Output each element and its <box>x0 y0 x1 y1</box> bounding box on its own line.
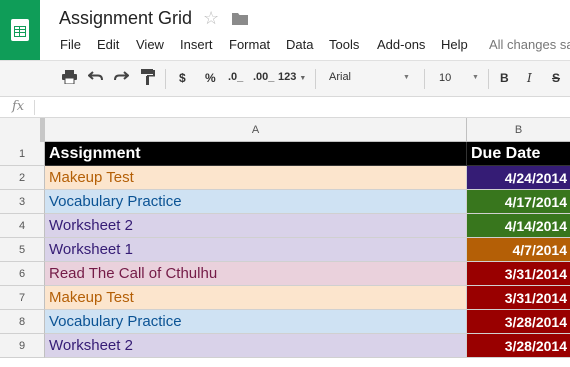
print-icon[interactable] <box>62 70 77 87</box>
table-row: 8 Vocabulary Practice 3/28/2014 <box>0 310 570 334</box>
select-all-corner[interactable] <box>0 118 45 142</box>
menu-add-ons[interactable]: Add-ons <box>377 37 425 52</box>
cell-due-date[interactable]: 4/24/2014 <box>467 166 570 190</box>
menu-help[interactable]: Help <box>441 37 468 52</box>
row-number[interactable]: 2 <box>0 166 45 190</box>
row-number[interactable]: 9 <box>0 334 45 358</box>
menu-tools[interactable]: Tools <box>329 37 359 52</box>
strikethrough-button[interactable]: S <box>552 71 560 85</box>
cell-assignment[interactable]: Worksheet 2 <box>45 334 467 358</box>
font-family-value: Arial <box>329 71 352 83</box>
chevron-down-icon: ▼ <box>299 75 307 82</box>
menu-format[interactable]: Format <box>229 37 270 52</box>
fx-icon: fx <box>12 99 25 114</box>
menu-edit[interactable]: Edit <box>97 37 119 52</box>
undo-icon[interactable] <box>87 70 103 85</box>
cell-due-date[interactable]: 3/31/2014 <box>467 286 570 310</box>
header-cell-due-date[interactable]: Due Date <box>467 142 570 166</box>
italic-button[interactable]: I <box>527 71 532 85</box>
document-title[interactable]: Assignment Grid <box>59 8 192 29</box>
table-row: 7 Makeup Test 3/31/2014 <box>0 286 570 310</box>
font-size-select[interactable]: 10 <box>439 72 451 84</box>
column-header-a[interactable]: A <box>45 118 467 142</box>
table-row: 4 Worksheet 2 4/14/2014 <box>0 214 570 238</box>
row-number[interactable]: 3 <box>0 190 45 214</box>
paint-format-icon[interactable] <box>141 69 155 88</box>
table-row: 6 Read The Call of Cthulhu 3/31/2014 <box>0 262 570 286</box>
bold-button[interactable]: B <box>500 71 509 85</box>
formula-input[interactable] <box>38 98 566 116</box>
formula-bar: fx <box>0 97 570 118</box>
table-row: 3 Vocabulary Practice 4/17/2014 <box>0 190 570 214</box>
table-row: 2 Makeup Test 4/24/2014 <box>0 166 570 190</box>
cell-due-date[interactable]: 3/31/2014 <box>467 262 570 286</box>
chevron-down-icon[interactable]: ▼ <box>472 74 479 81</box>
toolbar: $ % .0_ .00_ 123 ▼ Arial ▼ 10 ▼ B I S <box>0 60 570 97</box>
column-header-b[interactable]: B <box>467 118 570 142</box>
title-bar: Assignment Grid ☆ File Edit View Insert Form… <box>0 0 570 60</box>
cell-due-date[interactable]: 3/28/2014 <box>467 334 570 358</box>
menu-file[interactable]: File <box>60 37 81 52</box>
cell-assignment[interactable]: Worksheet 1 <box>45 238 467 262</box>
chevron-down-icon[interactable]: ▼ <box>403 74 410 81</box>
more-formats-button[interactable]: 123 ▼ <box>278 71 306 83</box>
cell-assignment[interactable]: Makeup Test <box>45 286 467 310</box>
column-header-row: A B <box>0 118 570 142</box>
row-number[interactable]: 8 <box>0 310 45 334</box>
currency-format-button[interactable]: $ <box>179 71 186 85</box>
cell-assignment[interactable]: Vocabulary Practice <box>45 190 467 214</box>
toolbar-divider <box>488 69 489 89</box>
header-row: 1 Assignment Due Date <box>0 142 570 166</box>
toolbar-divider <box>424 69 425 89</box>
table-row: 5 Worksheet 1 4/7/2014 <box>0 238 570 262</box>
formula-divider <box>34 100 35 115</box>
cell-assignment[interactable]: Vocabulary Practice <box>45 310 467 334</box>
cell-due-date[interactable]: 4/14/2014 <box>467 214 570 238</box>
toolbar-divider <box>315 69 316 89</box>
row-number[interactable]: 5 <box>0 238 45 262</box>
cell-due-date[interactable]: 4/7/2014 <box>467 238 570 262</box>
cell-assignment[interactable]: Worksheet 2 <box>45 214 467 238</box>
more-formats-label: 123 <box>278 71 297 83</box>
cell-assignment[interactable]: Read The Call of Cthulhu <box>45 262 467 286</box>
menu-data[interactable]: Data <box>286 37 313 52</box>
header-cell-assignment[interactable]: Assignment <box>45 142 467 166</box>
redo-icon[interactable] <box>114 70 130 85</box>
save-status: All changes sa <box>489 37 570 52</box>
star-icon[interactable]: ☆ <box>203 8 219 29</box>
cell-due-date[interactable]: 4/17/2014 <box>467 190 570 214</box>
row-number[interactable]: 1 <box>0 142 45 166</box>
font-family-select[interactable]: Arial <box>329 71 351 83</box>
row-number[interactable]: 7 <box>0 286 45 310</box>
folder-icon[interactable] <box>232 12 248 30</box>
cell-due-date[interactable]: 3/28/2014 <box>467 310 570 334</box>
increase-decimals-button[interactable]: .00_ <box>253 71 274 83</box>
menu-insert[interactable]: Insert <box>180 37 213 52</box>
percent-format-button[interactable]: % <box>205 71 216 85</box>
font-size-value: 10 <box>439 72 452 84</box>
toolbar-divider <box>165 69 166 89</box>
menu-view[interactable]: View <box>136 37 164 52</box>
cell-assignment[interactable]: Makeup Test <box>45 166 467 190</box>
row-number[interactable]: 4 <box>0 214 45 238</box>
row-number[interactable]: 6 <box>0 262 45 286</box>
table-row: 9 Worksheet 2 3/28/2014 <box>0 334 570 358</box>
decrease-decimals-button[interactable]: .0_ <box>228 71 243 83</box>
sheets-logo-icon[interactable] <box>0 0 40 60</box>
